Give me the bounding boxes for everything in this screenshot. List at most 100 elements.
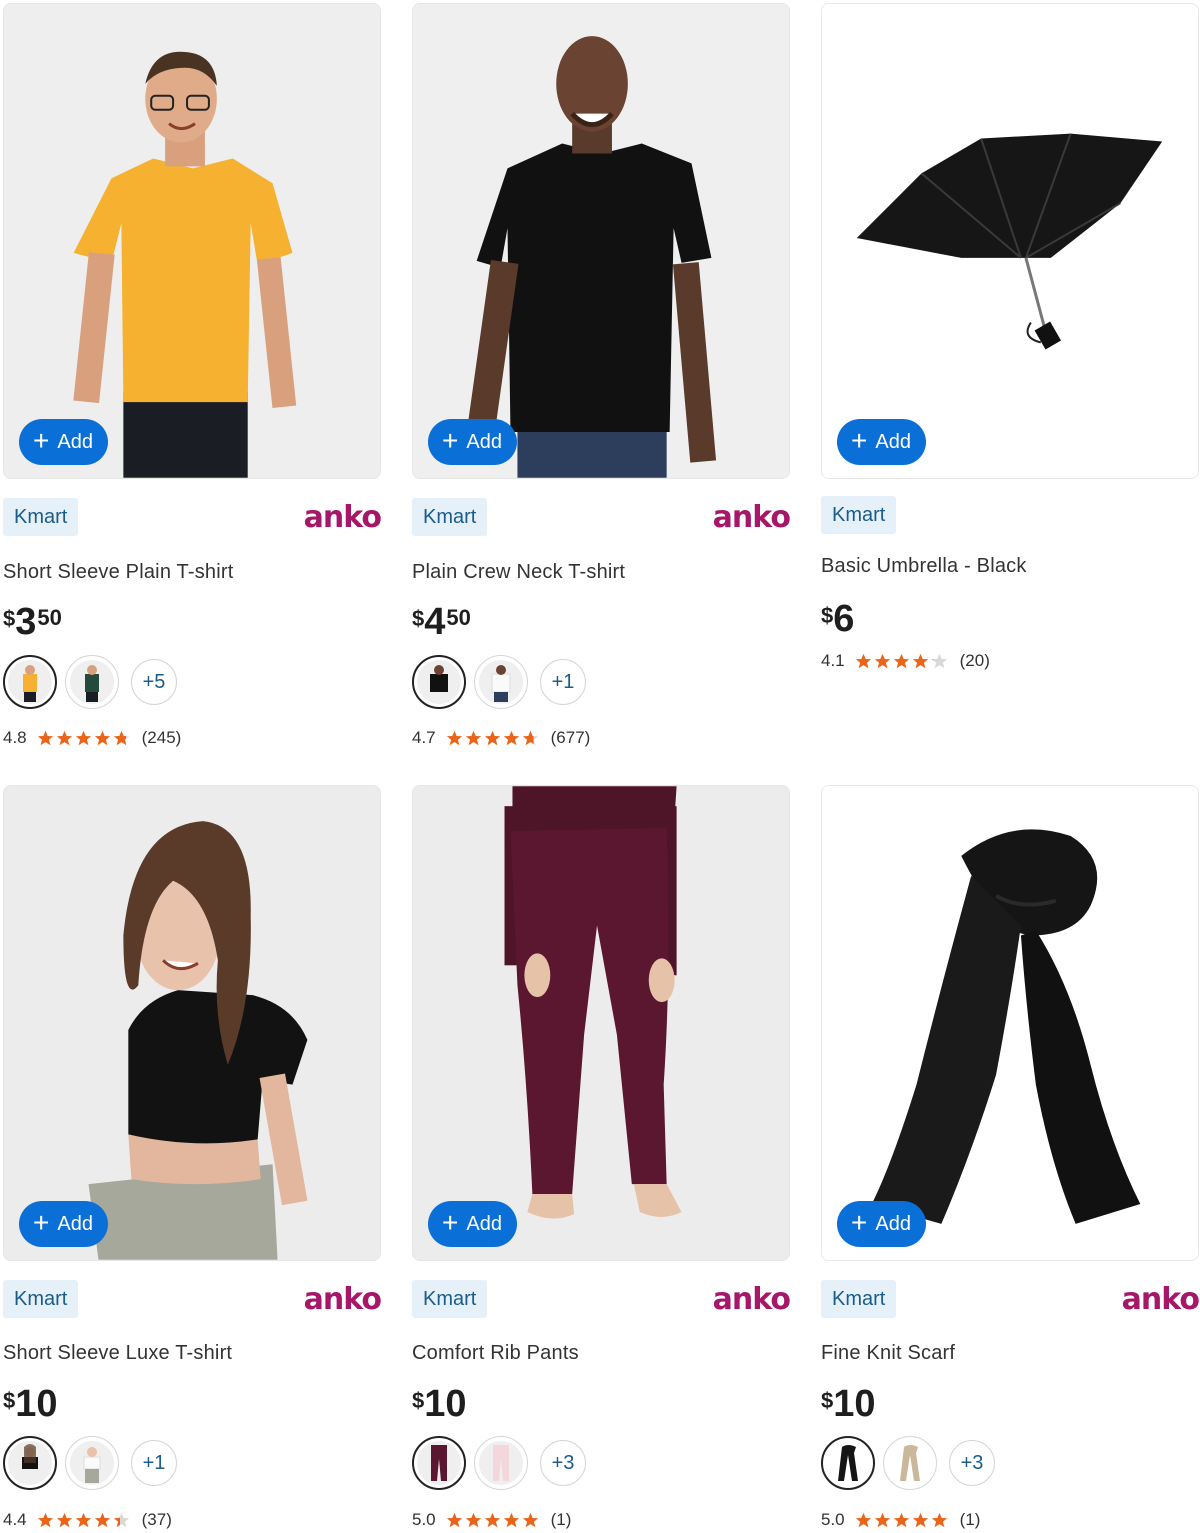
product-rating: 4.4 (37) [3,1510,172,1530]
color-swatches: +5 [3,654,185,710]
star-rating [446,730,541,747]
black-knit-scarf-image [822,786,1198,1260]
product-image[interactable]: + Add [3,785,381,1261]
rating-value: 5.0 [412,1510,436,1529]
star-icon [94,1512,110,1527]
product-image[interactable]: + Add [412,3,790,479]
swatch-black[interactable] [821,1436,875,1490]
swatch-oatmeal[interactable] [883,1436,937,1490]
star-icon [931,653,947,668]
brand-row: Kmart anko [412,498,791,538]
review-count[interactable]: (1) [551,1510,572,1530]
swatch-pink[interactable] [474,1436,528,1490]
star-icon [912,653,928,668]
star-icon [522,1512,538,1527]
more-colors-button[interactable]: +5 [131,659,177,705]
price-currency: $ [3,1388,16,1413]
price-dollars: 10 [833,1383,876,1425]
star-icon [503,730,519,745]
review-count[interactable]: (1) [960,1510,981,1530]
add-label: Add [875,430,911,453]
product-rating: 5.0 (1) [821,1510,980,1530]
star-rating [855,653,950,670]
review-count[interactable]: (20) [960,651,990,671]
add-label: Add [466,430,502,453]
brand-row: Kmart anko [3,1280,382,1320]
product-image[interactable]: + Add [412,785,790,1261]
star-icon [56,730,72,745]
price-dollars: 4 [424,601,446,643]
product-title[interactable]: Basic Umbrella - Black [821,555,1027,578]
star-icon [446,1512,462,1527]
swatch-thumb [70,1441,114,1485]
more-colors-button[interactable]: +3 [540,1440,586,1486]
more-colors-button[interactable]: +1 [131,1440,177,1486]
add-to-cart-button[interactable]: + Add [428,419,517,465]
product-title[interactable]: Plain Crew Neck T-shirt [412,561,625,584]
product-price: $ 10 [821,1385,876,1423]
review-count[interactable]: (677) [551,728,591,748]
review-count[interactable]: (37) [142,1510,172,1530]
add-label: Add [57,1212,93,1235]
swatch-black[interactable] [3,1436,57,1490]
star-icon [113,730,129,745]
star-icon [56,1512,72,1527]
kmart-badge: Kmart [821,1280,897,1318]
star-icon [522,730,538,745]
swatch-thumb [70,660,114,704]
swatch-yellow[interactable] [3,655,57,709]
product-rating: 5.0 (1) [412,1510,571,1530]
add-to-cart-button[interactable]: + Add [19,419,108,465]
add-to-cart-button[interactable]: + Add [428,1201,517,1247]
review-count[interactable]: (245) [142,728,182,748]
price-currency: $ [821,1388,834,1413]
star-rating [446,1512,541,1529]
swatch-white[interactable] [474,655,528,709]
price-currency: $ [412,606,425,631]
add-to-cart-button[interactable]: + Add [837,419,926,465]
star-icon [893,1512,909,1527]
swatch-thumb [479,660,523,704]
swatch-burgundy[interactable] [412,1436,466,1490]
anko-logo: anko [712,500,791,535]
swatch-green[interactable] [65,655,119,709]
kmart-badge: Kmart [3,1280,79,1318]
swatch-thumb [8,1441,52,1485]
star-icon [855,1512,871,1527]
price-dollars: 10 [424,1383,467,1425]
swatch-black[interactable] [412,655,466,709]
product-title[interactable]: Comfort Rib Pants [412,1342,579,1365]
add-to-cart-button[interactable]: + Add [19,1201,108,1247]
product-image[interactable]: + Add [821,785,1199,1261]
star-icon [113,1512,129,1527]
swatch-thumb [826,1441,870,1485]
more-colors-button[interactable]: +1 [540,659,586,705]
swatch-thumb [417,1441,461,1485]
add-label: Add [875,1212,911,1235]
brand-row: Kmart anko [3,498,382,538]
color-swatches: +1 [412,654,594,710]
star-icon [484,1512,500,1527]
price-cents: 50 [446,605,471,630]
rating-value: 4.7 [412,728,436,747]
anko-logo: anko [303,500,382,535]
anko-logo: anko [712,1282,791,1317]
swatch-white[interactable] [65,1436,119,1490]
star-icon [75,1512,91,1527]
swatch-thumb [417,660,461,704]
product-title[interactable]: Short Sleeve Luxe T-shirt [3,1342,232,1365]
rating-value: 4.4 [3,1510,27,1529]
product-price: $ 4 50 [412,603,471,641]
more-colors-button[interactable]: +3 [949,1440,995,1486]
product-image[interactable]: + Add [821,3,1199,479]
product-title[interactable]: Short Sleeve Plain T-shirt [3,561,234,584]
add-to-cart-button[interactable]: + Add [837,1201,926,1247]
product-title[interactable]: Fine Knit Scarf [821,1342,955,1365]
product-grid: + Add Kmart anko Short Sleeve Plain T-sh… [0,0,1200,1533]
product-image[interactable]: + Add [3,3,381,479]
plus-icon: + [442,424,459,456]
man-black-tshirt-image [413,4,789,478]
price-currency: $ [412,1388,425,1413]
kmart-badge: Kmart [412,498,488,536]
plus-icon: + [851,1206,868,1238]
